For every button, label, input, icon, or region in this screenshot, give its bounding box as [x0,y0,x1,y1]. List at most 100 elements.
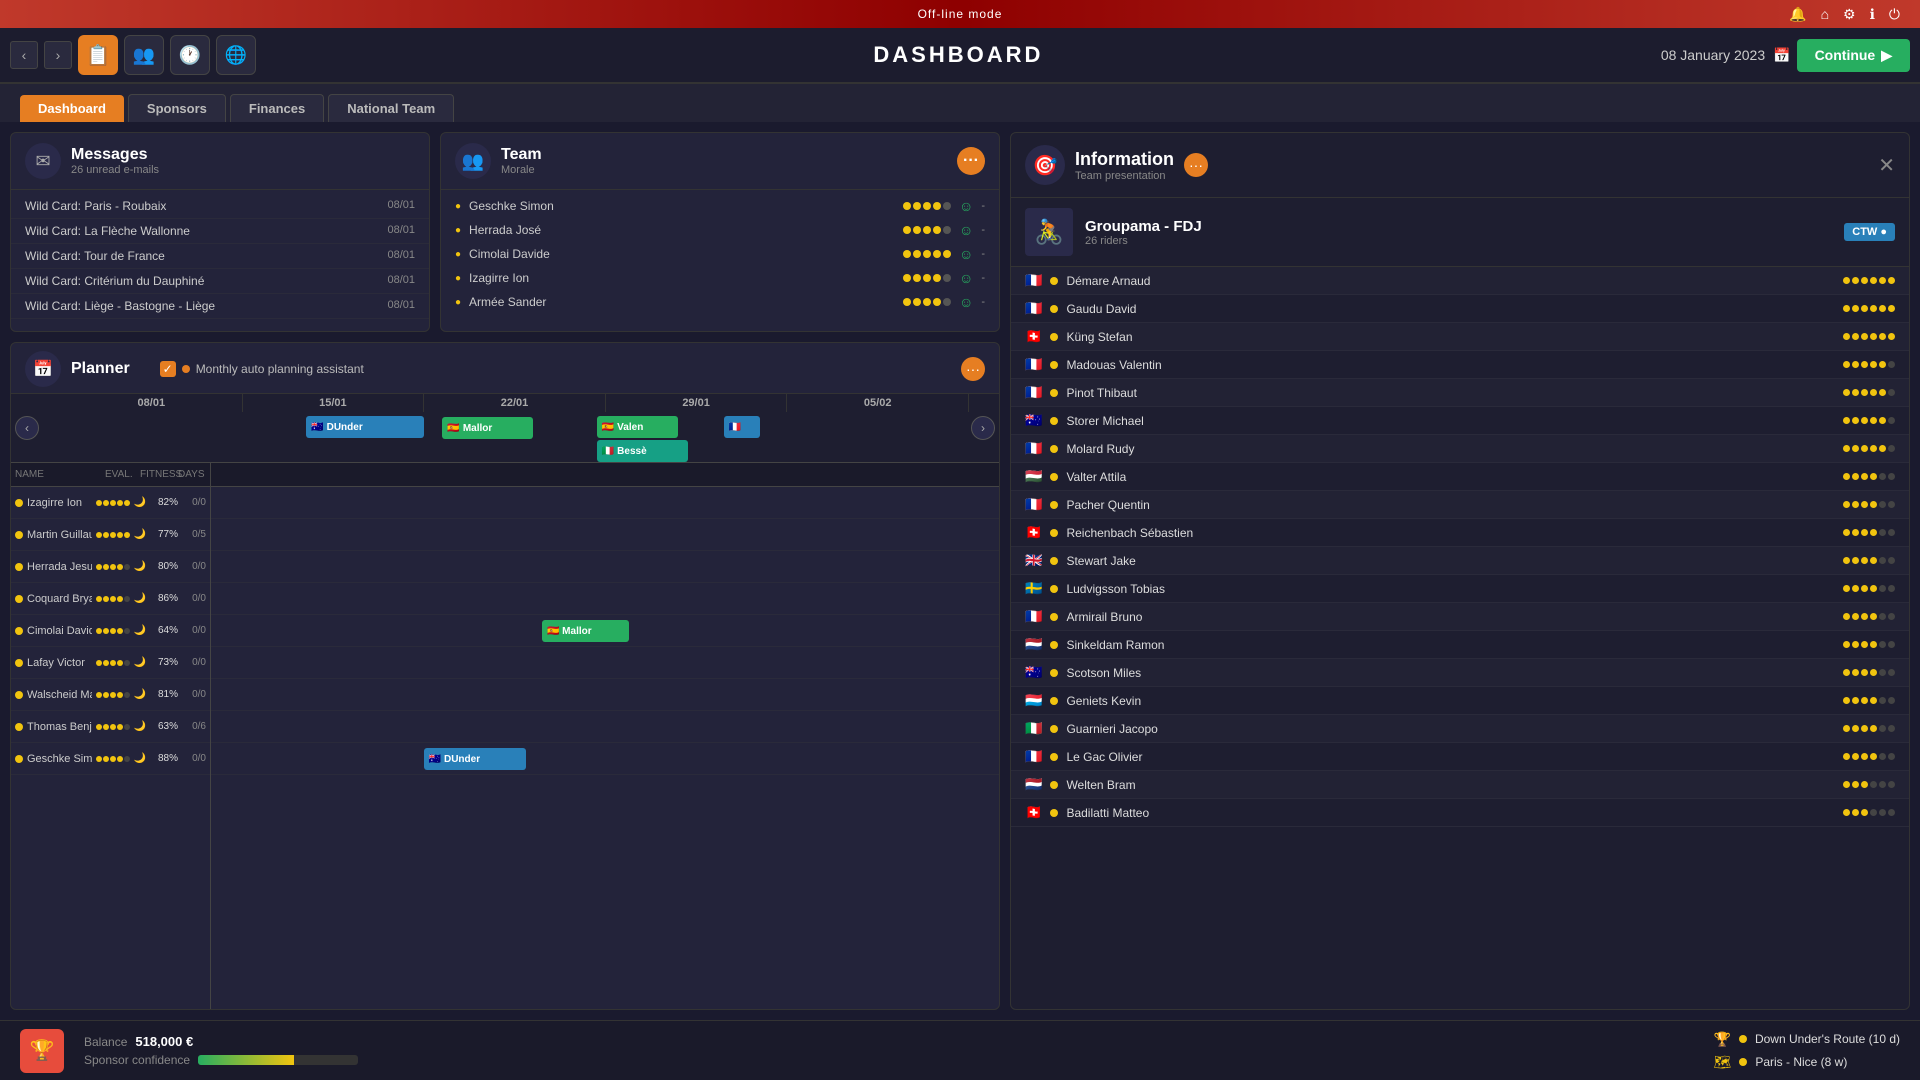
rider-info-item[interactable]: 🇦🇺 Scotson Miles [1011,659,1909,687]
continue-button[interactable]: Continue ▶ [1797,39,1910,72]
info-icon[interactable]: ℹ [1870,6,1875,23]
tab-dashboard[interactable]: Dashboard [20,95,124,122]
rider-info-item[interactable]: 🇫🇷 Molard Rudy [1011,435,1909,463]
rider-info-item[interactable]: 🇫🇷 Madouas Valentin [1011,351,1909,379]
rider-info-item[interactable]: 🇫🇷 Gaudu David [1011,295,1909,323]
planner-rider-row: Herrada Jesus 🌙 80% 0/0 [11,551,210,583]
rider-info-item[interactable]: 🇬🇧 Stewart Jake [1011,547,1909,575]
rider-info-item[interactable]: 🇨🇭 Reichenbach Sébastien [1011,519,1909,547]
tab-bar: Dashboard Sponsors Finances National Tea… [0,84,1920,122]
message-item[interactable]: Wild Card: Liège - Bastogne - Liège 08/0… [11,294,429,319]
race-event-valen[interactable]: 🇪🇸Valen [597,416,679,438]
nav-forward-button[interactable]: › [44,41,72,69]
top-race-events: 🇦🇺DUnder 🇪🇸Mallor 🇪🇸Valen [41,412,969,462]
event-name: Down Under's Route (10 d) [1755,1032,1900,1046]
team-rider-item: ● Izagirre Ion ☺ - [441,266,999,290]
messages-subtitle: 26 unread e-mails [71,164,159,176]
balance-section: Balance 518,000 € Sponsor confidence [84,1034,358,1067]
nav-back-button[interactable]: ‹ [10,41,38,69]
info-panel-subtitle: Team presentation [1075,170,1174,182]
planner-rider-row: Martin Guillaume 🌙 77% 0/5 [11,519,210,551]
team-name: Groupama - FDJ [1085,218,1202,235]
morale-dots [903,202,951,210]
rider-info-item[interactable]: 🇳🇱 Sinkeldam Ramon [1011,631,1909,659]
grid-event-dunder[interactable]: 🇦🇺 DUnder [424,748,526,770]
event-row: 🏆 Down Under's Route (10 d) [1714,1031,1900,1048]
planner-date-nav: ‹ › 08/01 15/01 22/01 29/01 05/02 [11,394,999,463]
race-event-fr[interactable]: 🇫🇷 [724,416,760,438]
race-event-besse[interactable]: 🇮🇹Bessè [597,440,688,462]
event-dot [1739,1058,1747,1066]
main-content: ✉ Messages 26 unread e-mails Wild Card: … [0,122,1920,1020]
rider-info-item[interactable]: 🇨🇭 Küng Stefan [1011,323,1909,351]
rider-info-item[interactable]: 🇫🇷 Armirail Bruno [1011,603,1909,631]
grid-row: 🇦🇺 DUnder [211,743,999,775]
event-dot [1739,1035,1747,1043]
info-panel-title: Information [1075,149,1174,170]
bell-icon[interactable]: 🔔 [1789,6,1806,23]
team-more-button[interactable]: ··· [957,147,985,175]
team-rider-item: ● Cimolai Davide ☺ - [441,242,999,266]
planner-rider-row: Thomas Benjamin 🌙 63% 0/6 [11,711,210,743]
rider-info-item[interactable]: 🇫🇷 Le Gac Olivier [1011,743,1909,771]
team-subtitle: Morale [501,164,542,176]
auto-planning-checkbox[interactable]: ✓ [160,361,176,377]
planner-prev-button[interactable]: ‹ [15,416,39,440]
team-card: 🚴 Groupama - FDJ 26 riders CTW ● [1011,198,1909,267]
riders-info-list: 🇫🇷 Démare Arnaud 🇫🇷 Gaudu David 🇨🇭 Küng … [1011,267,1909,1009]
gear-icon[interactable]: ⚙ [1843,6,1856,23]
grid-event-mallor[interactable]: 🇪🇸 Mallor [542,620,629,642]
planner-more-button[interactable]: ··· [961,357,985,381]
sponsor-confidence-bar [198,1055,358,1065]
team-rider-item: ● Herrada José ☺ - [441,218,999,242]
info-more-button[interactable]: ··· [1184,153,1208,177]
team-list: ● Geschke Simon ☺ - ● Herrada José ☺ - [441,190,999,318]
rider-info-item[interactable]: 🇫🇷 Pinot Thibaut [1011,379,1909,407]
rider-info-item[interactable]: 🇳🇱 Welten Bram [1011,771,1909,799]
rider-info-item[interactable]: 🇭🇺 Valter Attila [1011,463,1909,491]
planner-dates-header: 08/01 15/01 22/01 29/01 05/02 [61,394,969,412]
rider-info-item[interactable]: 🇱🇺 Geniets Kevin [1011,687,1909,715]
planner-next-button[interactable]: › [971,416,995,440]
planner-title: Planner [71,360,130,378]
tab-national-team[interactable]: National Team [328,94,454,122]
bottom-bar: 🏆 Balance 518,000 € Sponsor confidence 🏆… [0,1020,1920,1080]
planner-rider-row: Cimolai Davide 🌙 64% 0/0 [11,615,210,647]
grid-row [211,711,999,743]
message-item[interactable]: Wild Card: Paris - Roubaix 08/01 [11,194,429,219]
globe-icon[interactable]: 🌐 [216,35,256,75]
rider-info-item[interactable]: 🇮🇹 Guarnieri Jacopo [1011,715,1909,743]
power-icon[interactable]: ⏻ [1889,6,1900,23]
route-icon: 🗺 [1714,1054,1732,1071]
info-panel-icon: 🎯 [1025,145,1065,185]
rider-info-item[interactable]: 🇫🇷 Démare Arnaud [1011,267,1909,295]
messages-list: Wild Card: Paris - Roubaix 08/01 Wild Ca… [11,190,429,323]
planner-top-cal: 08/01 15/01 22/01 29/01 05/02 [41,394,969,412]
planner-panel: 📅 Planner ✓ Monthly auto planning assist… [10,342,1000,1010]
message-item[interactable]: Wild Card: Critérium du Dauphiné 08/01 [11,269,429,294]
tab-finances[interactable]: Finances [230,94,324,122]
team-rider-item: ● Armée Sander ☺ - [441,290,999,314]
auto-planning-label: Monthly auto planning assistant [196,362,364,376]
home-icon[interactable]: ⌂ [1821,6,1829,22]
nav-bar: ‹ › 📋 👥 🕐 🌐 DASHBOARD 08 January 2023 📅 … [0,28,1920,84]
history-icon[interactable]: 🕐 [170,35,210,75]
message-item[interactable]: Wild Card: La Flèche Wallonne 08/01 [11,219,429,244]
close-panel-button[interactable]: ✕ [1878,153,1895,178]
race-event-dunder[interactable]: 🇦🇺DUnder [306,416,424,438]
message-item[interactable]: Wild Card: Tour de France 08/01 [11,244,429,269]
team-rider-count: 26 riders [1085,235,1202,247]
rider-info-item[interactable]: 🇨🇭 Badilatti Matteo [1011,799,1909,827]
rider-info-item[interactable]: 🇦🇺 Storer Michael [1011,407,1909,435]
tab-sponsors[interactable]: Sponsors [128,94,226,122]
team-logo-bottom: 🏆 [20,1029,64,1073]
race-event-mallor[interactable]: 🇪🇸Mallor [442,417,533,439]
team-icon[interactable]: 👥 [124,35,164,75]
calendar-icon[interactable]: 📅 [1773,47,1790,64]
rider-info-item[interactable]: 🇸🇪 Ludvigsson Tobias [1011,575,1909,603]
team-morale-icon: 👥 [455,143,491,179]
planner-rider-row: Geschke Simon 🌙 88% 0/0 [11,743,210,775]
rider-info-item[interactable]: 🇫🇷 Pacher Quentin [1011,491,1909,519]
col-eval: EVAL. [105,469,140,480]
dashboard-icon[interactable]: 📋 [78,35,118,75]
